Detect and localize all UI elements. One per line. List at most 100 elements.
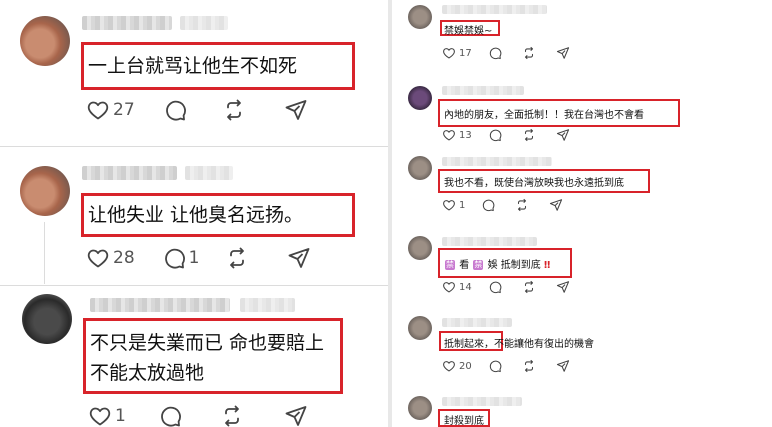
avatar[interactable] bbox=[408, 86, 432, 110]
avatar[interactable] bbox=[20, 166, 70, 216]
comment-text: 让他失业 让他臭名远扬。 bbox=[88, 204, 304, 226]
share-button[interactable] bbox=[549, 198, 563, 212]
comment-text-part: 娛 抵制到底 bbox=[487, 260, 541, 271]
avatar[interactable] bbox=[408, 316, 432, 340]
blurred-username bbox=[442, 237, 537, 246]
heart-icon bbox=[88, 404, 112, 427]
repost-button[interactable] bbox=[522, 46, 536, 60]
reply-button[interactable] bbox=[158, 404, 182, 427]
share-icon bbox=[549, 198, 563, 212]
comment-actions: 27 bbox=[86, 98, 308, 122]
comment-text-part: 看 bbox=[459, 260, 470, 271]
share-icon bbox=[284, 98, 308, 122]
share-button[interactable] bbox=[556, 46, 570, 60]
comment-text: 禁 看 禁 娛 抵制到底 ‼ bbox=[444, 256, 550, 271]
share-icon bbox=[284, 404, 308, 427]
like-button[interactable]: 13 bbox=[442, 128, 472, 142]
thread-line bbox=[44, 222, 45, 284]
like-button[interactable]: 14 bbox=[442, 280, 472, 294]
comment-icon bbox=[481, 198, 495, 212]
share-icon bbox=[556, 359, 570, 373]
comment-icon bbox=[488, 128, 502, 142]
reply-button[interactable] bbox=[488, 359, 502, 373]
like-button[interactable]: 1 bbox=[442, 198, 465, 212]
heart-icon bbox=[86, 98, 110, 122]
comment-text: 內地的朋友，全面抵制！！我在台灣也不會看 bbox=[444, 110, 644, 121]
reply-button[interactable] bbox=[488, 46, 502, 60]
repost-button[interactable] bbox=[522, 128, 536, 142]
comment-text: 我也不看，既使台灣放映我也永遠抵到底 bbox=[444, 178, 624, 189]
share-button[interactable] bbox=[556, 359, 570, 373]
comment-icon bbox=[158, 404, 182, 427]
like-count: 17 bbox=[459, 47, 472, 59]
repost-button[interactable] bbox=[220, 404, 244, 427]
like-button[interactable]: 28 bbox=[86, 246, 135, 270]
repost-icon bbox=[515, 198, 529, 212]
comment-icon bbox=[163, 98, 187, 122]
repost-icon bbox=[220, 404, 244, 427]
share-button[interactable] bbox=[556, 280, 570, 294]
reply-button[interactable] bbox=[481, 198, 495, 212]
reply-button[interactable]: 1 bbox=[162, 246, 200, 270]
comment-icon bbox=[488, 280, 502, 294]
blurred-timestamp bbox=[185, 166, 233, 180]
share-button[interactable] bbox=[284, 404, 308, 427]
heart-icon bbox=[442, 128, 456, 142]
share-button[interactable] bbox=[556, 128, 570, 142]
comment-text: 一上台就骂让他生不如死 bbox=[88, 55, 298, 77]
like-count: 14 bbox=[459, 281, 472, 293]
repost-button[interactable] bbox=[522, 280, 536, 294]
heart-icon bbox=[442, 280, 456, 294]
repost-icon bbox=[522, 359, 536, 373]
avatar[interactable] bbox=[408, 396, 432, 420]
repost-icon bbox=[225, 246, 249, 270]
comment-actions: 20 bbox=[442, 359, 570, 373]
comment-actions: 28 1 bbox=[86, 246, 311, 270]
comment-icon bbox=[488, 359, 502, 373]
comment-icon bbox=[488, 46, 502, 60]
heart-icon bbox=[442, 46, 456, 60]
share-icon bbox=[556, 46, 570, 60]
repost-icon bbox=[522, 46, 536, 60]
repost-button[interactable] bbox=[515, 198, 529, 212]
reply-button[interactable] bbox=[488, 128, 502, 142]
like-button[interactable]: 1 bbox=[88, 404, 126, 427]
comment-text-boxed: 抵制起來， bbox=[444, 339, 494, 350]
blurred-timestamp bbox=[180, 16, 228, 30]
blurred-username bbox=[442, 157, 552, 166]
avatar[interactable] bbox=[20, 16, 70, 66]
blurred-username bbox=[82, 166, 177, 180]
avatar[interactable] bbox=[408, 5, 432, 29]
badge-icon: 禁 bbox=[473, 260, 484, 270]
comment-text-line1: 不只是失業而已 命也要賠上 bbox=[90, 332, 325, 354]
reply-button[interactable] bbox=[488, 280, 502, 294]
divider bbox=[0, 146, 388, 147]
comment-text: 抵制起來，不能讓他有復出的機會 bbox=[444, 335, 594, 350]
repost-icon bbox=[222, 98, 246, 122]
heart-icon bbox=[86, 246, 110, 270]
like-count: 1 bbox=[115, 406, 126, 426]
blurred-username bbox=[442, 318, 512, 327]
blurred-timestamp bbox=[240, 298, 295, 312]
share-button[interactable] bbox=[284, 98, 308, 122]
comment-text: 禁娛禁娛~ bbox=[444, 26, 493, 37]
like-button[interactable]: 17 bbox=[442, 46, 472, 60]
comment-icon bbox=[162, 246, 186, 270]
heart-icon bbox=[442, 198, 456, 212]
reply-count: 1 bbox=[188, 248, 200, 268]
repost-icon bbox=[522, 128, 536, 142]
comment-actions: 14 bbox=[442, 280, 570, 294]
avatar[interactable] bbox=[408, 236, 432, 260]
avatar[interactable] bbox=[408, 156, 432, 180]
repost-button[interactable] bbox=[522, 359, 536, 373]
repost-button[interactable] bbox=[222, 98, 246, 122]
comment-text-rest: 不能讓他有復出的機會 bbox=[494, 339, 594, 350]
repost-button[interactable] bbox=[225, 246, 249, 270]
like-button[interactable]: 27 bbox=[86, 98, 135, 122]
comment-actions: 17 bbox=[442, 46, 570, 60]
like-count: 20 bbox=[459, 360, 472, 372]
avatar[interactable] bbox=[22, 294, 72, 344]
share-button[interactable] bbox=[287, 246, 311, 270]
reply-button[interactable] bbox=[163, 98, 187, 122]
like-button[interactable]: 20 bbox=[442, 359, 472, 373]
